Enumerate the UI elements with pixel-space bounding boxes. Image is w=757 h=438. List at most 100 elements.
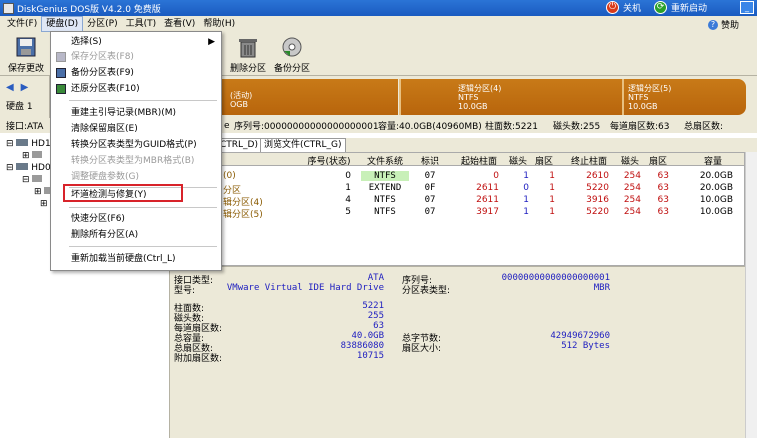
- backup-partition-button[interactable]: 备份分区: [268, 36, 316, 74]
- cell-cap: 10.0GB: [699, 195, 733, 205]
- cell-id: 0F: [424, 183, 436, 193]
- detail-model-key: 型号:: [174, 286, 196, 296]
- cell-ss: 1: [549, 195, 555, 205]
- menu-item-reload-disk[interactable]: 重新加载当前硬盘(Ctrl_L): [51, 251, 221, 267]
- menu-item-quick-partition[interactable]: 快速分区(F6): [51, 211, 221, 227]
- menu-view[interactable]: 查看(V): [160, 16, 199, 32]
- partition-table: 序号(状态) 文件系统 标识 起始柱面 磁头 扇区 终止柱面 磁头 扇区 容量 …: [170, 152, 745, 266]
- table-row[interactable]: 辑分区(4) 4 NTFS 07 2611 1 1 3916 254 63 10.0GB: [171, 195, 744, 208]
- restart-button[interactable]: ⟳ 重新启动: [654, 1, 707, 14]
- menu-item-delete-all[interactable]: 删除所有分区(A): [51, 227, 221, 243]
- power-icon: ⏻: [606, 1, 619, 14]
- cell-sh: 1: [523, 195, 529, 205]
- seg2-size: 10.0GB: [458, 102, 488, 111]
- table-row[interactable]: (0) 0 NTFS 07 0 1 1 2610 254 63 20.0GB: [171, 171, 744, 183]
- detail-heads-value: 255: [367, 311, 384, 321]
- seg2-fs: NTFS: [458, 93, 479, 102]
- tree-node-sub[interactable]: ⊞: [40, 199, 48, 209]
- menu-tools[interactable]: 工具(T): [122, 16, 161, 32]
- menu-item-save-ptable[interactable]: 保存分区表(F8): [51, 49, 221, 65]
- window-title: DiskGenius DOS版 V4.2.0 免费版: [17, 4, 161, 15]
- donate-button[interactable]: ? 赞助: [707, 18, 739, 31]
- col-start-head: 磁头: [508, 157, 527, 167]
- cell-sc: 3917: [476, 207, 499, 217]
- save-button[interactable]: 保存更改: [2, 36, 50, 74]
- menu-disk[interactable]: 硬盘(D): [41, 16, 84, 32]
- col-end-cyl: 终止柱面: [570, 157, 607, 167]
- shutdown-label: 关机: [623, 4, 642, 14]
- delete-partition-button[interactable]: 删除分区: [224, 36, 272, 74]
- restart-icon: ⟳: [654, 1, 667, 14]
- tab-partitions[interactable]: CTRL_D): [216, 138, 262, 152]
- cell-idx: 1: [345, 183, 351, 193]
- menu-partition[interactable]: 分区(P): [83, 16, 121, 32]
- cell-es: 63: [657, 207, 669, 217]
- menu-file[interactable]: 文件(F): [3, 16, 41, 32]
- col-start-sec: 扇区: [534, 157, 553, 167]
- backup-icon: [56, 68, 66, 78]
- shutdown-button[interactable]: ⏻ 关机: [606, 1, 641, 14]
- menu-item-restore-ptable[interactable]: 还原分区表(F10): [51, 81, 221, 97]
- cell-sh: 1: [523, 207, 529, 217]
- detail-serial-value: 00000000000000000001: [501, 273, 610, 283]
- table-row[interactable]: 辑分区(5) 5 NTFS 07 3917 1 1 5220 254 63 10.0GB: [171, 207, 744, 220]
- menu-item-label: 备份分区表(F9): [71, 68, 134, 78]
- cell-fs: EXTEND: [368, 183, 402, 193]
- menu-item-label: 快速分区(F6): [71, 214, 125, 224]
- menu-item-select[interactable]: 选择(S) ▶: [51, 34, 221, 50]
- tab-browse-files[interactable]: 浏览文件(CTRL_G): [260, 138, 346, 152]
- menu-bar: 文件(F) 硬盘(D) 分区(P) 工具(T) 查看(V) 帮助(H) ? 赞助: [0, 16, 757, 32]
- table-header: 序号(状态) 文件系统 标识 起始柱面 磁头 扇区 终止柱面 磁头 扇区 容量: [171, 153, 744, 167]
- submenu-arrow-icon: ▶: [208, 37, 215, 47]
- seg-divider: [622, 79, 624, 115]
- col-end-sec: 扇区: [648, 157, 667, 167]
- cylinders-info: 柱面数:5221: [485, 122, 538, 132]
- disk-seg-primary[interactable]: (活动) OGB: [222, 79, 398, 115]
- menu-item-convert-mbr[interactable]: 转换分区表类型为MBR格式(B): [51, 153, 221, 169]
- tree-node-sub[interactable]: ⊟: [22, 175, 43, 185]
- col-id: 标识: [420, 157, 439, 167]
- menu-item-label: 选择(S): [71, 37, 102, 47]
- table-row[interactable]: 分区 1 EXTEND 0F 2611 0 1 5220 254 63 20.0GB: [171, 183, 744, 196]
- tree-node-disk1[interactable]: ⊟ HD1: [6, 139, 51, 149]
- detail-spt-value: 63: [373, 321, 384, 331]
- menu-item-rebuild-mbr[interactable]: 重建主引导记录(MBR)(M): [51, 105, 221, 121]
- minimize-icon[interactable]: _: [740, 1, 754, 14]
- menu-item-convert-guid[interactable]: 转换分区表类型为GUID格式(P): [51, 137, 221, 153]
- menu-separator: [69, 246, 217, 247]
- hdd-icon: [16, 139, 29, 146]
- forward-arrow-icon[interactable]: ▶: [21, 82, 29, 93]
- serial-info: 序列号:00000000000000000001: [234, 122, 379, 132]
- menu-item-backup-ptable[interactable]: 备份分区表(F9): [51, 65, 221, 81]
- cell-cap: 20.0GB: [699, 183, 733, 193]
- vertical-scrollbar[interactable]: [745, 152, 757, 438]
- back-arrow-icon[interactable]: ◀: [6, 82, 14, 93]
- cell-ss: 1: [549, 183, 555, 193]
- menu-help[interactable]: 帮助(H): [199, 16, 239, 32]
- seg-divider: [399, 79, 401, 115]
- menu-item-label: 删除所有分区(A): [71, 230, 139, 240]
- cell-ec: 2610: [586, 171, 609, 181]
- cell-es: 63: [657, 171, 669, 181]
- disk-seg-logical-5[interactable]: 逻辑分区(5) NTFS 10.0GB: [624, 79, 746, 115]
- col-start-cyl: 起始柱面: [460, 157, 497, 167]
- col-fs: 文件系统: [366, 157, 403, 167]
- col-index: 序号(状态): [307, 157, 351, 167]
- menu-item-label: 重建主引导记录(MBR)(M): [71, 108, 177, 118]
- cell-idx: 0: [345, 171, 351, 181]
- disk-menu-dropdown: 选择(S) ▶ 保存分区表(F8) 备份分区表(F9) 还原分区表(F10) 重建…: [50, 31, 222, 271]
- tree-node-disk0[interactable]: ⊟ HD0: [6, 163, 51, 173]
- cell-name: (0): [223, 171, 236, 181]
- cell-sh: 0: [523, 183, 529, 193]
- cell-id: 07: [424, 207, 436, 217]
- tree-node-sub[interactable]: ⊞: [22, 151, 43, 161]
- cell-fs: NTFS: [374, 207, 396, 217]
- menu-item-adjust-params[interactable]: 调整硬盘参数(G): [51, 169, 221, 185]
- menu-item-clear-reserved[interactable]: 清除保留扇区(E): [51, 121, 221, 137]
- col-end-head: 磁头: [620, 157, 639, 167]
- disk-backup-icon: [281, 36, 303, 58]
- disk-seg-logical-4[interactable]: 逻辑分区(4) NTFS 10.0GB: [400, 79, 622, 115]
- restore-icon: [56, 84, 66, 94]
- cell-ss: 1: [549, 171, 555, 181]
- detail-tsec-value: 83886080: [340, 341, 384, 351]
